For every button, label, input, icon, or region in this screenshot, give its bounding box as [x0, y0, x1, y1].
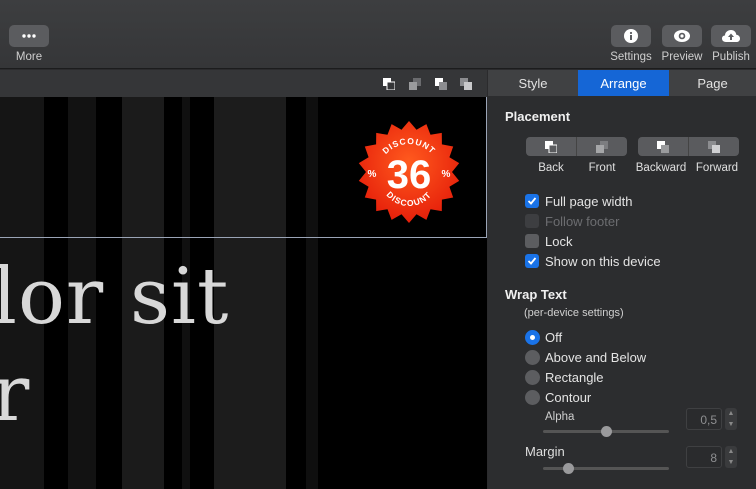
follow-footer-checkbox	[525, 214, 539, 228]
wrap-contour-option[interactable]: Contour	[525, 389, 591, 405]
show-on-device-label: Show on this device	[545, 253, 661, 269]
tab-style[interactable]: Style	[488, 70, 578, 96]
preview-label: Preview	[661, 51, 703, 63]
wrap-off-option[interactable]: Off	[525, 329, 562, 345]
bring-forward-icon[interactable]	[460, 78, 472, 90]
front-icon	[596, 140, 608, 153]
wrap-contour-label: Contour	[545, 389, 592, 405]
wrap-text-title: Wrap Text	[505, 287, 567, 302]
forward-button[interactable]	[689, 137, 739, 156]
alpha-stepper[interactable]: ▲ ▼	[725, 408, 737, 430]
stepper-down-icon[interactable]: ▼	[728, 459, 735, 466]
settings-button[interactable]	[611, 25, 651, 47]
wrap-off-radio[interactable]	[525, 329, 540, 345]
full-page-width-label: Full page width	[545, 193, 633, 209]
follow-footer-label: Follow footer	[545, 213, 620, 229]
eye-icon	[674, 30, 690, 42]
selection-outline-bottom	[0, 237, 487, 238]
margin-slider[interactable]	[543, 467, 669, 470]
badge-percent-left: %	[368, 169, 377, 180]
tab-page[interactable]: Page	[669, 70, 756, 96]
discount-badge[interactable]: DISCOUNT DISCOUNT 36 % %	[356, 119, 462, 225]
front-button[interactable]	[577, 137, 627, 156]
lock-checkbox[interactable]	[525, 234, 539, 248]
alpha-label: Alpha	[545, 411, 575, 423]
toolbar: More Settings Preview Publish	[0, 0, 756, 69]
bring-to-back-icon[interactable]	[383, 78, 395, 90]
inspector-panel: Style Arrange Page Placement Back Front …	[488, 70, 756, 489]
wrap-above-below-label: Above and Below	[545, 349, 647, 365]
show-on-device-checkbox[interactable]	[525, 254, 539, 268]
stepper-up-icon[interactable]: ▲	[728, 448, 735, 455]
wrap-above-below-radio[interactable]	[525, 349, 540, 365]
margin-label: Margin	[525, 444, 565, 459]
stepper-up-icon[interactable]: ▲	[728, 410, 735, 417]
back-icon	[545, 140, 557, 153]
wrap-above-below-option[interactable]: Above and Below	[525, 349, 646, 365]
settings-label: Settings	[610, 51, 652, 63]
selection-outline-right	[486, 97, 487, 238]
margin-value-field[interactable]: 8	[686, 446, 722, 468]
headline-line-1[interactable]: lor sit	[0, 258, 229, 336]
stepper-down-icon[interactable]: ▼	[728, 421, 735, 428]
back-front-segment	[526, 137, 627, 156]
show-on-device-option[interactable]: Show on this device	[525, 253, 661, 269]
backward-button[interactable]	[638, 137, 689, 156]
wrap-rectangle-option[interactable]: Rectangle	[525, 369, 604, 385]
backward-label: Backward	[635, 162, 687, 174]
full-page-width-checkbox[interactable]	[525, 194, 539, 208]
forward-label: Forward	[695, 162, 739, 174]
checkmark-icon	[527, 257, 537, 265]
cloud-upload-icon	[722, 30, 740, 42]
publish-button[interactable]	[711, 25, 751, 47]
wrap-rectangle-radio[interactable]	[525, 369, 540, 385]
front-label: Front	[588, 162, 616, 174]
send-backward-icon[interactable]	[435, 78, 447, 90]
back-label: Back	[538, 162, 564, 174]
follow-footer-option: Follow footer	[525, 213, 619, 229]
publish-label: Publish	[712, 51, 750, 63]
alpha-value-field[interactable]: 0,5	[686, 408, 722, 430]
more-button[interactable]	[9, 25, 49, 47]
badge-value: 36	[387, 153, 432, 197]
wrap-contour-radio[interactable]	[525, 389, 540, 405]
wrap-text-subtitle: (per-device settings)	[524, 307, 624, 319]
full-page-width-option[interactable]: Full page width	[525, 193, 632, 209]
inspector-tabs: Style Arrange Page	[488, 70, 756, 96]
info-icon	[624, 29, 638, 43]
forward-icon	[708, 140, 720, 153]
backward-icon	[657, 140, 669, 153]
headline-line-2[interactable]: r	[0, 355, 30, 433]
alpha-slider-knob[interactable]	[600, 426, 612, 437]
page-canvas[interactable]: lor sit r DISCOUNT DISCOUNT 36 % %	[0, 70, 487, 489]
back-button[interactable]	[526, 137, 577, 156]
wrap-rectangle-label: Rectangle	[545, 369, 604, 385]
tab-arrange[interactable]: Arrange	[578, 70, 669, 96]
preview-button[interactable]	[662, 25, 702, 47]
wrap-off-label: Off	[545, 329, 563, 345]
more-label: More	[15, 51, 43, 63]
margin-stepper[interactable]: ▲ ▼	[725, 446, 737, 468]
background-stripe	[306, 97, 318, 489]
bring-to-front-icon[interactable]	[409, 78, 421, 90]
ellipsis-icon	[22, 34, 36, 38]
backward-forward-segment	[638, 137, 739, 156]
canvas-arrange-bar	[0, 70, 487, 97]
placement-title: Placement	[505, 109, 571, 124]
margin-slider-knob[interactable]	[562, 463, 574, 474]
lock-option[interactable]: Lock	[525, 233, 572, 249]
lock-label: Lock	[545, 233, 573, 249]
checkmark-icon	[527, 197, 537, 205]
badge-percent-right: %	[442, 169, 451, 180]
